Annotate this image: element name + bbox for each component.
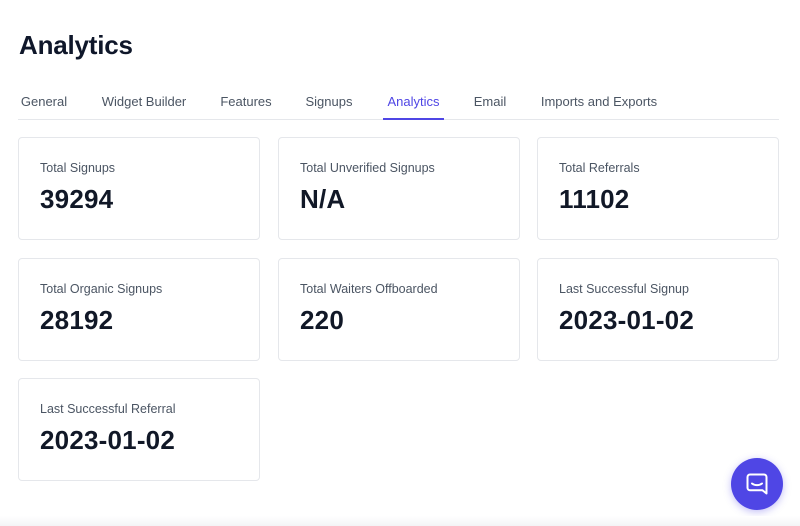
tab-analytics[interactable]: Analytics [383, 86, 444, 120]
stat-card-total-organic-signups: Total Organic Signups 28192 [18, 258, 260, 361]
stat-label: Total Referrals [559, 161, 640, 175]
stat-card-last-successful-referral: Last Successful Referral 2023-01-02 [18, 378, 260, 481]
tab-features[interactable]: Features [218, 86, 274, 120]
analytics-page: Analytics General Widget Builder Feature… [0, 0, 800, 526]
stat-card-total-signups: Total Signups 39294 [18, 137, 260, 240]
stat-card-total-referrals: Total Referrals 11102 [537, 137, 779, 240]
stat-label: Total Waiters Offboarded [300, 282, 438, 296]
stat-value: 28192 [40, 305, 114, 335]
stat-card-total-waiters-offboarded: Total Waiters Offboarded 220 [278, 258, 520, 361]
stat-label: Last Successful Referral [40, 402, 176, 416]
page-title: Analytics [19, 30, 133, 60]
stat-label: Total Unverified Signups [300, 161, 435, 175]
bottom-divider [0, 516, 800, 526]
chat-launcher-button[interactable] [731, 458, 783, 510]
stat-value: 11102 [559, 184, 630, 214]
stat-value: N/A [300, 184, 346, 214]
stat-value: 220 [300, 305, 344, 335]
tab-imports-and-exports[interactable]: Imports and Exports [538, 86, 660, 120]
chat-bubble-icon [746, 473, 768, 495]
stat-card-total-unverified-signups: Total Unverified Signups N/A [278, 137, 520, 240]
stat-label: Total Signups [40, 161, 116, 175]
tab-widget-builder[interactable]: Widget Builder [98, 86, 190, 120]
stat-value: 2023-01-02 [40, 425, 175, 455]
stat-value: 39294 [40, 184, 114, 214]
stat-card-last-successful-signup: Last Successful Signup 2023-01-02 [537, 258, 779, 361]
settings-tabs: General Widget Builder Features Signups … [18, 86, 779, 120]
tab-email[interactable]: Email [472, 86, 508, 120]
tab-signups[interactable]: Signups [302, 86, 356, 120]
tab-general[interactable]: General [18, 86, 70, 120]
stat-value: 2023-01-02 [559, 305, 694, 335]
stat-label: Total Organic Signups [40, 282, 163, 296]
stat-label: Last Successful Signup [559, 282, 689, 296]
